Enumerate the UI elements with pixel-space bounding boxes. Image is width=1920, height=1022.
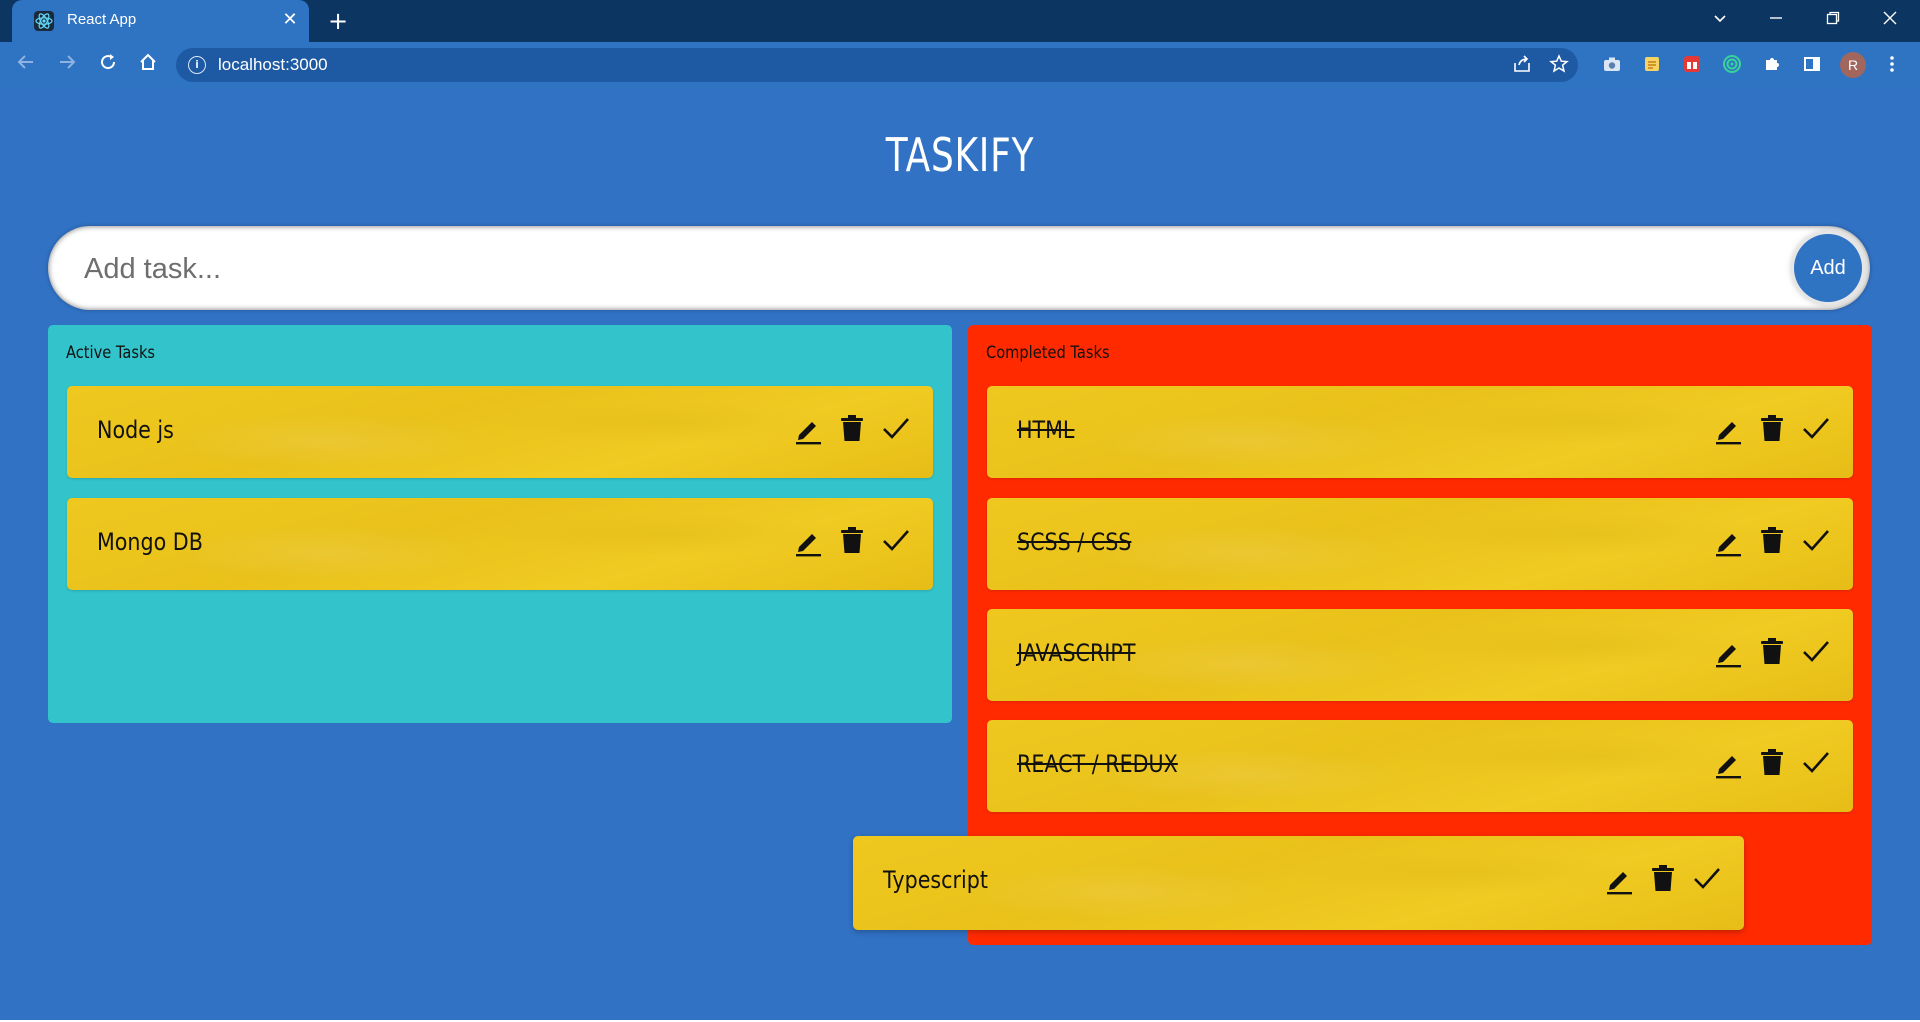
delete-icon[interactable] <box>1757 413 1787 445</box>
task-card[interactable]: JAVASCRIPT <box>987 609 1853 701</box>
task-card[interactable]: HTML <box>987 386 1853 478</box>
browser-titlebar: React App ✕ + <box>0 0 1920 42</box>
restore-icon[interactable] <box>1817 8 1849 34</box>
delete-icon[interactable] <box>837 413 867 445</box>
check-icon[interactable] <box>1801 413 1831 445</box>
edit-icon[interactable] <box>1713 747 1743 779</box>
notes-icon[interactable] <box>1641 54 1663 76</box>
completed-tasks-heading: Completed Tasks <box>986 343 1110 363</box>
check-icon[interactable] <box>881 413 911 445</box>
edit-icon[interactable] <box>793 525 823 557</box>
edit-icon[interactable] <box>1604 863 1634 895</box>
task-text: SCSS / CSS <box>1017 528 1132 556</box>
edit-icon[interactable] <box>793 413 823 445</box>
window-close-icon[interactable] <box>1874 8 1906 34</box>
tab-search-icon[interactable] <box>1704 8 1736 34</box>
close-icon[interactable]: ✕ <box>278 8 302 32</box>
share-icon[interactable] <box>1511 54 1533 76</box>
arrow-left-icon[interactable] <box>12 51 40 79</box>
delete-icon[interactable] <box>1757 747 1787 779</box>
browser-toolbar: i localhost:3000 R <box>0 42 1920 88</box>
kebab-menu-icon[interactable] <box>1881 54 1903 76</box>
edit-icon[interactable] <box>1713 413 1743 445</box>
puzzle-icon[interactable] <box>1761 54 1783 76</box>
star-icon[interactable] <box>1548 54 1570 76</box>
check-icon[interactable] <box>1801 636 1831 668</box>
task-text: Node js <box>97 416 174 444</box>
edit-icon[interactable] <box>1713 636 1743 668</box>
task-text: Mongo DB <box>97 528 203 556</box>
delete-icon[interactable] <box>837 525 867 557</box>
address-bar[interactable]: i localhost:3000 <box>176 48 1578 82</box>
active-tasks-column[interactable]: Active Tasks Node js Mongo DB <box>48 325 952 723</box>
delete-icon[interactable] <box>1648 863 1678 895</box>
task-text: REACT / REDUX <box>1017 750 1178 778</box>
dragging-task-card[interactable]: Typescript <box>853 836 1744 930</box>
task-text: HTML <box>1017 416 1075 444</box>
camera-icon[interactable] <box>1601 54 1623 76</box>
react-logo-icon <box>34 11 54 31</box>
check-icon[interactable] <box>1801 747 1831 779</box>
url-text: localhost:3000 <box>218 55 328 74</box>
task-card[interactable]: SCSS / CSS <box>987 498 1853 590</box>
minimize-icon[interactable] <box>1760 8 1792 34</box>
add-button[interactable]: Add <box>1794 234 1862 302</box>
task-text: Typescript <box>883 866 988 894</box>
active-tasks-heading: Active Tasks <box>66 343 156 363</box>
task-card[interactable]: Mongo DB <box>67 498 933 590</box>
add-task-form: Add <box>48 226 1870 310</box>
delete-icon[interactable] <box>1757 636 1787 668</box>
avatar[interactable]: R <box>1840 52 1866 78</box>
check-icon[interactable] <box>1692 863 1722 895</box>
page-title: TASKIFY <box>885 128 1035 182</box>
side-panel-icon[interactable] <box>1801 54 1823 76</box>
new-tab-button[interactable]: + <box>324 7 352 35</box>
home-icon[interactable] <box>134 51 162 79</box>
task-card[interactable]: Node js <box>67 386 933 478</box>
task-input[interactable] <box>82 240 1766 298</box>
task-card[interactable]: REACT / REDUX <box>987 720 1853 812</box>
reload-icon[interactable] <box>94 51 122 79</box>
target-icon[interactable] <box>1721 54 1743 76</box>
check-icon[interactable] <box>1801 525 1831 557</box>
edit-icon[interactable] <box>1713 525 1743 557</box>
delete-icon[interactable] <box>1757 525 1787 557</box>
info-icon[interactable]: i <box>188 56 206 74</box>
tab-title: React App <box>67 11 137 28</box>
browser-tab-active[interactable]: React App ✕ <box>12 0 309 42</box>
task-text: JAVASCRIPT <box>1017 639 1136 667</box>
gift-icon[interactable] <box>1681 54 1703 76</box>
arrow-right-icon[interactable] <box>53 51 81 79</box>
check-icon[interactable] <box>881 525 911 557</box>
